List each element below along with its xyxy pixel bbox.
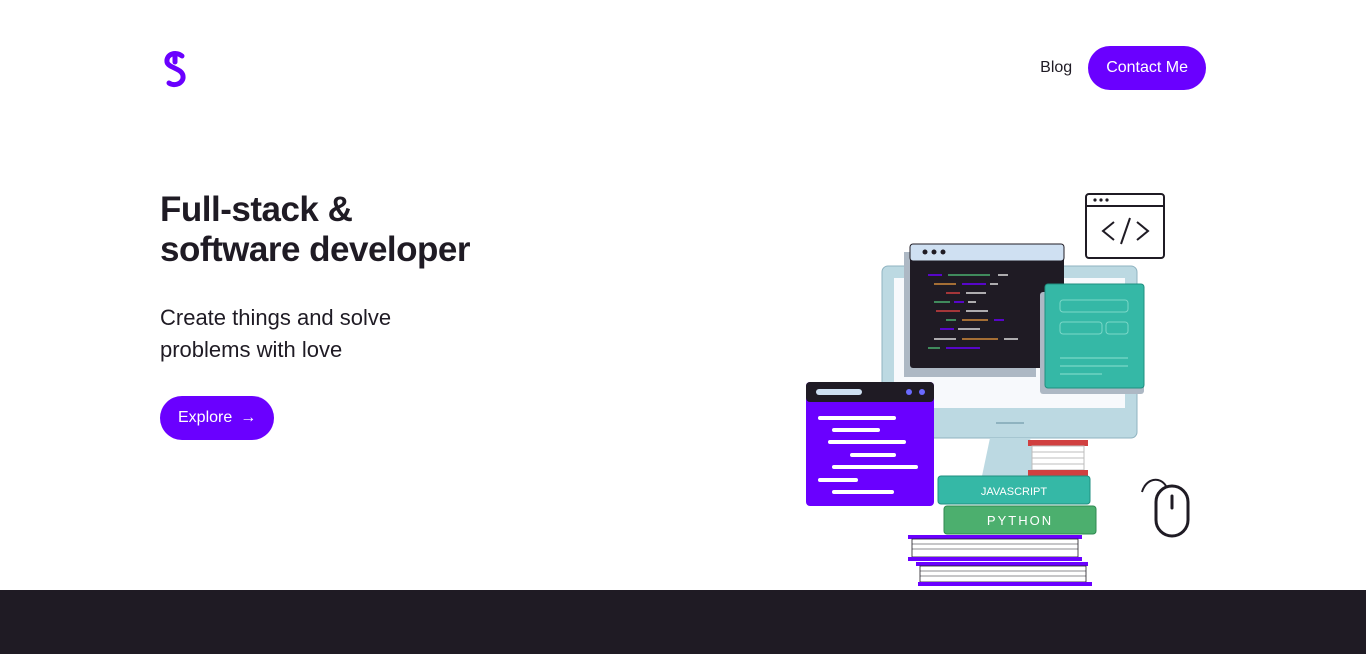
arrow-right-icon: → [240,409,257,426]
navbar: Blog Contact Me [0,0,1366,136]
footer-band [0,590,1366,654]
small-books-illustration [1028,440,1088,476]
hero-subtitle: Create things and solve problems with lo… [160,302,420,366]
explore-label: Explore [178,409,233,426]
nav-link-blog[interactable]: Blog [1040,59,1072,77]
code-tag-window-illustration [1085,193,1165,259]
developer-illustration: JAVASCRIPT PYTHON [800,186,1200,590]
python-book-illustration: PYTHON [943,505,1097,535]
hero-title-line1: Full-stack & [160,190,353,229]
text-window-illustration [806,382,934,506]
mouse-illustration [1141,478,1190,538]
contact-me-button[interactable]: Contact Me [1088,46,1206,90]
nav-menu: Blog Contact Me [1040,46,1206,90]
javascript-book-label: JAVASCRIPT [981,486,1047,498]
hero-subtitle-line1: Create things and solve [160,305,392,330]
paper-stack-illustration [908,535,1092,586]
explore-button[interactable]: Explore → [160,396,275,440]
logo-icon[interactable] [162,50,190,88]
form-card-illustration [1040,283,1145,394]
hero-title: Full-stack & software developer [160,190,580,270]
hero-section: Full-stack & software developer Create t… [160,190,580,440]
javascript-book-illustration: JAVASCRIPT [937,475,1091,505]
hero-subtitle-line2: problems with love [160,337,343,362]
hero-title-line2: software developer [160,230,471,269]
python-book-label: PYTHON [987,513,1053,528]
